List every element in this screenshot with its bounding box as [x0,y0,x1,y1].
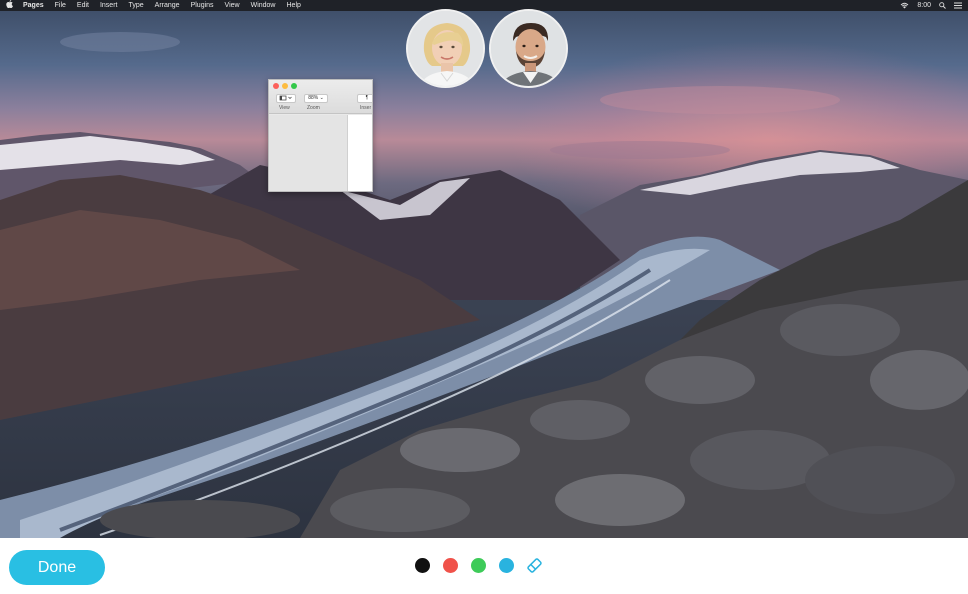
zoom-value: 88% [308,95,319,101]
color-swatch-blue[interactable] [499,558,514,573]
participant-avatar-man[interactable] [489,9,568,88]
mountain-landscape [0,32,968,538]
insert-label: Inser [360,105,372,111]
zoom-label: Zoom [307,105,320,111]
view-menu-button[interactable] [276,94,296,103]
wifi-icon[interactable] [900,2,909,9]
menu-extras: 8:00 [900,0,962,11]
menu-edit[interactable]: Edit [77,0,89,11]
color-swatch-green[interactable] [471,558,486,573]
document-canvas[interactable] [269,115,347,191]
menu-plugins[interactable]: Plugins [191,0,214,11]
menu-insert[interactable]: Insert [100,0,118,11]
menu-bar: Pages File Edit Insert Type Arrange Plug… [0,0,968,11]
menu-file[interactable]: File [55,0,66,11]
menu-type[interactable]: Type [128,0,143,11]
window-toolbar: 88% ⌄ ¶ View Zoom Inser [269,80,372,114]
paragraph-icon: ¶ [365,95,369,101]
chevron-down-icon: ⌄ [319,95,324,101]
annotation-toolbar: Done [0,538,968,594]
participant-avatar-woman[interactable] [406,9,485,88]
color-swatch-red[interactable] [443,558,458,573]
eraser-icon[interactable] [525,556,544,575]
menu-pages[interactable]: Pages [23,0,44,11]
menu-arrange[interactable]: Arrange [155,0,180,11]
done-button[interactable]: Done [9,550,105,585]
menu-help[interactable]: Help [287,0,301,11]
menu-clock[interactable]: 8:00 [917,0,931,11]
menu-view[interactable]: View [225,0,240,11]
list-icon[interactable] [954,2,962,9]
menu-window[interactable]: Window [251,0,276,11]
zoom-select[interactable]: 88% ⌄ [304,94,328,103]
minimize-window-button[interactable] [282,83,288,89]
color-swatch-black[interactable] [415,558,430,573]
search-icon[interactable] [939,2,946,9]
zoom-window-button[interactable] [291,83,297,89]
insert-button[interactable]: ¶ [357,94,372,103]
view-label: View [279,105,290,111]
view-icon [279,95,292,101]
desktop-wallpaper [0,0,968,538]
pages-window[interactable]: 88% ⌄ ¶ View Zoom Inser [268,79,373,192]
close-window-button[interactable] [273,83,279,89]
document-page[interactable] [347,115,372,191]
apple-icon[interactable] [6,0,15,11]
